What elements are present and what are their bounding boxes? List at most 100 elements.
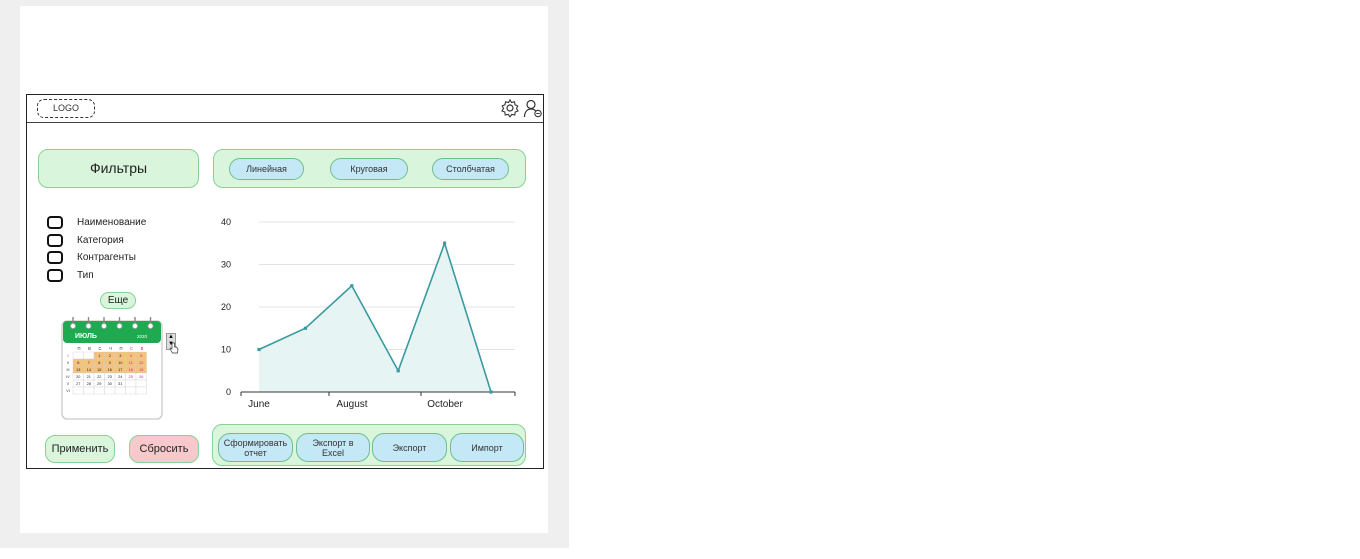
calendar-widget[interactable]: ИЮЛЬ 2020 П В С Ч П С В I II III IV V VI 1 2 3 4 5 6 7 8 9 10 1… (61, 317, 163, 421)
calendar-day: 6 (77, 361, 79, 365)
filters-panel: Фильтры (38, 149, 199, 188)
chart-type-pie-button[interactable]: Круговая (330, 158, 408, 180)
calendar-weekday: С (130, 346, 133, 351)
calendar-day-cell (104, 386, 116, 395)
calendar-week-number: IV (66, 375, 70, 379)
calendar-day: 26 (139, 375, 143, 379)
calendar-day: 9 (109, 361, 111, 365)
calendar-day-cell (83, 386, 95, 395)
calendar-weekday: П (77, 346, 80, 351)
filter-item-category[interactable]: Категория (47, 233, 124, 247)
calendar-day: 22 (97, 375, 101, 379)
calendar-ring (69, 323, 76, 329)
y-tick-label: 10 (221, 345, 231, 355)
calendar-day-cell (72, 386, 84, 395)
chart-type-panel: Линейная Круговая Столбчатая (213, 149, 526, 188)
chart-area: 0 10 20 30 40 June August October (213, 210, 525, 410)
filter-label: Тип (77, 269, 94, 281)
calendar-day-cell (125, 379, 137, 388)
gear-icon[interactable] (500, 98, 522, 120)
hand-cursor-icon (169, 342, 179, 354)
filters-title: Фильтры (89, 160, 148, 176)
data-point (443, 241, 447, 245)
calendar-ring (101, 323, 108, 329)
more-filters-button[interactable]: Еще (100, 292, 136, 309)
calendar-day: 8 (98, 361, 100, 365)
filter-item-name[interactable]: Наименование (47, 215, 146, 229)
data-point (303, 326, 307, 330)
export-button[interactable]: Экспорт (372, 433, 447, 462)
calendar-day: 31 (118, 382, 122, 386)
calendar-year: 2020 (137, 334, 148, 339)
y-tick-label: 0 (226, 387, 231, 397)
calendar-day: 7 (88, 361, 90, 365)
calendar-day: 25 (129, 375, 133, 379)
calendar-day-cell (125, 386, 137, 395)
calendar-day: 14 (87, 368, 91, 372)
filter-item-counterparties[interactable]: Контрагенты (47, 250, 136, 264)
calendar-day: 11 (129, 361, 133, 365)
x-tick-label: June (248, 399, 270, 410)
calendar-day: 23 (108, 375, 112, 379)
reset-button[interactable]: Сбросить (129, 435, 199, 463)
calendar-day: 18 (129, 368, 133, 372)
calendar-ring (132, 323, 139, 329)
filter-label: Контрагенты (77, 251, 136, 263)
checkbox[interactable] (47, 250, 63, 264)
calendar-day: 10 (118, 361, 122, 365)
calendar-weekday: Ч (109, 346, 112, 351)
checkbox[interactable] (47, 268, 63, 282)
calendar-week-number: I (68, 354, 69, 358)
checkbox[interactable] (47, 215, 63, 229)
calendar-week-number: III (67, 368, 70, 372)
calendar-day: 15 (97, 368, 101, 372)
calendar-day-cell (135, 379, 147, 388)
calendar-day: 21 (87, 375, 91, 379)
import-button[interactable]: Импорт (450, 433, 524, 462)
chart-type-line-button[interactable]: Линейная (229, 158, 304, 180)
calendar-day: 19 (139, 368, 143, 372)
calendar-day: 27 (76, 382, 80, 386)
filter-label: Наименование (77, 216, 147, 228)
calendar-ring (116, 323, 123, 329)
data-point (257, 347, 261, 352)
calendar-graphic: ИЮЛЬ 2020 П В С Ч П С ВIIIIIIIVVVI1 2 3 4 56 7 8 9 10 1… (61, 317, 163, 420)
generate-report-button[interactable]: Сформировать отчет (218, 433, 293, 462)
data-point (489, 390, 493, 394)
y-tick-label: 20 (221, 302, 231, 312)
calendar-week-number: II (67, 361, 69, 365)
calendar-day: 2 (109, 354, 111, 358)
calendar-day-cell (93, 386, 105, 395)
calendar-day: 12 (139, 361, 143, 365)
checkbox[interactable] (47, 233, 63, 247)
calendar-ring (147, 323, 154, 329)
apply-button[interactable]: Применить (45, 435, 115, 463)
chart-type-bar-button[interactable]: Столбчатая (432, 158, 509, 180)
calendar-ring (85, 323, 92, 329)
calendar-day-cell (114, 386, 126, 395)
actions-panel: Сформировать отчет Экспорт в Excel Экспо… (212, 424, 526, 466)
y-tick-label: 30 (221, 260, 231, 270)
area-chart: 0 10 20 30 40 June August October (221, 217, 516, 410)
data-point (396, 369, 400, 373)
calendar-weekday: В (141, 346, 144, 351)
export-excel-button[interactable]: Экспорт в Excel (296, 433, 370, 462)
user-icon[interactable] (523, 98, 545, 120)
filter-label: Категория (77, 234, 124, 246)
calendar-day-cell (72, 351, 84, 360)
calendar-day: 16 (108, 368, 112, 372)
calendar-day: 1 (98, 354, 100, 358)
calendar-day: 20 (76, 375, 80, 379)
filter-item-type[interactable]: Тип (47, 268, 94, 282)
calendar-day: 3 (119, 354, 121, 358)
header-divider (27, 122, 543, 123)
calendar-day: 13 (76, 368, 80, 372)
calendar-day: 4 (130, 354, 132, 358)
logo: LOGO (37, 99, 95, 118)
calendar-day-cell (83, 351, 95, 360)
calendar-week-number: VI (66, 389, 69, 393)
data-point (350, 284, 354, 288)
calendar-weekday: С (98, 346, 101, 351)
calendar-day: 30 (108, 382, 112, 386)
y-tick-label: 40 (221, 217, 231, 227)
